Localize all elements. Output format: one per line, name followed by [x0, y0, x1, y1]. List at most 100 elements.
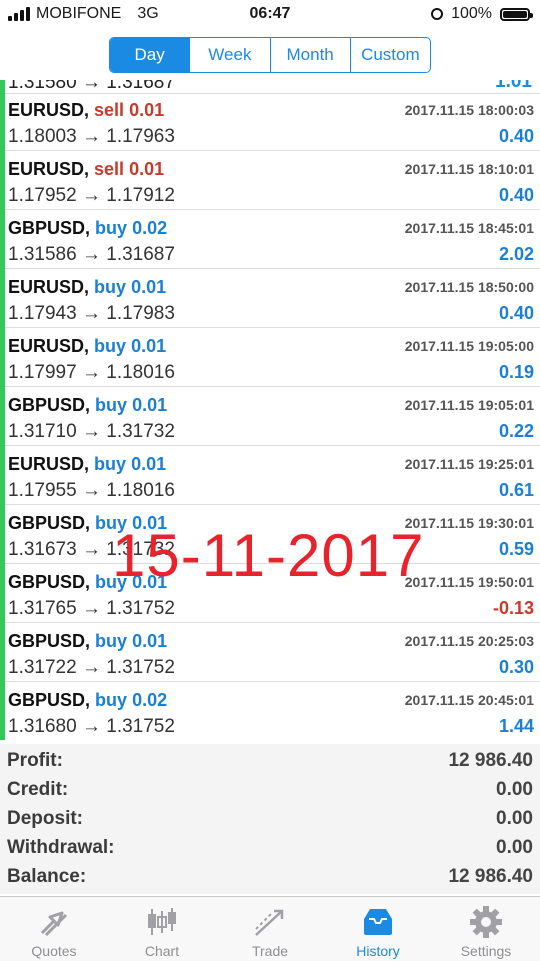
table-row[interactable]: EURUSD, sell 0.01 2017.11.15 18:10:01 1.17…: [0, 152, 540, 210]
summary-label: Deposit:: [7, 808, 83, 829]
trade-profit: 1.44: [498, 716, 534, 736]
arrow-icon: →: [76, 657, 107, 678]
trade-side: buy: [94, 454, 127, 474]
tab-week[interactable]: Week: [189, 38, 269, 72]
table-row[interactable]: GBPUSD, buy 0.01 2017.11.15 20:25:03 1.317…: [0, 624, 540, 682]
tab-quotes[interactable]: Quotes: [0, 897, 108, 961]
trade-volume: 0.01: [129, 100, 165, 120]
table-row[interactable]: GBPUSD, buy 0.02 2017.11.15 20:45:01 1.316…: [0, 683, 540, 740]
summary-value: 0.00: [496, 779, 533, 800]
arrow-icon: →: [76, 716, 107, 737]
tab-label: Chart: [144, 943, 180, 959]
trade-side: buy: [94, 277, 127, 297]
table-row[interactable]: EURUSD, buy 0.01 2017.11.15 19:25:01 1.179…: [0, 447, 540, 505]
trade-profit: 0.61: [498, 480, 534, 500]
trade-prices: 1.17952 → 1.17912: [8, 185, 175, 207]
tab-label: Settings: [460, 943, 512, 959]
table-row[interactable]: EURUSD, buy 0.01 2017.11.15 19:05:00 1.179…: [0, 329, 540, 387]
trade-header: EURUSD, sell 0.01: [8, 159, 164, 180]
trade-side: buy: [95, 218, 128, 238]
period-segmented-control: Day Week Month Custom: [109, 37, 431, 73]
close-price: 1.18016: [106, 480, 175, 501]
close-price: 1.31752: [106, 657, 175, 678]
table-row[interactable]: GBPUSD, buy 0.02 2017.11.15 18:45:01 1.315…: [0, 211, 540, 269]
trade-volume: 0.02: [132, 218, 168, 238]
trade-time: 2017.11.15 18:00:03: [404, 102, 534, 118]
open-price: 1.31710: [8, 421, 77, 442]
table-row[interactable]: GBPUSD, buy 0.01 2017.11.15 19:30:01 1.316…: [0, 506, 540, 564]
trade-header: GBPUSD, buy 0.01: [8, 572, 167, 593]
trade-side: buy: [95, 513, 128, 533]
tab-label: History: [356, 943, 400, 959]
trade-prices: 1.31586 → 1.31687: [8, 244, 175, 266]
settings-icon: [470, 906, 502, 938]
trade-volume: 0.01: [131, 336, 167, 356]
tab-chart[interactable]: Chart: [108, 897, 216, 961]
summary-value: 0.00: [496, 837, 533, 858]
tab-month[interactable]: Month: [269, 38, 350, 72]
summary-value: 0.00: [496, 808, 533, 829]
table-row[interactable]: GBPUSD, buy 0.01 2017.11.15 19:50:01 1.317…: [0, 565, 540, 623]
table-row[interactable]: EURUSD, sell 0.01 2017.11.15 18:00:03 1.18…: [0, 93, 540, 151]
open-price: 1.31765: [8, 598, 77, 619]
trade-history-list[interactable]: 1.31580 → 1.31687 1.01 EURUSD, sell 0.01…: [0, 80, 540, 740]
trade-side: buy: [95, 690, 128, 710]
trade-header: EURUSD, buy 0.01: [8, 277, 166, 298]
open-price: 1.31680: [8, 716, 77, 737]
tab-trade[interactable]: Trade: [216, 897, 324, 961]
tab-custom[interactable]: Custom: [349, 38, 430, 72]
trade-time: 2017.11.15 20:45:01: [404, 692, 534, 708]
trade-symbol: GBPUSD,: [8, 572, 91, 592]
battery-icon: [500, 7, 533, 21]
trade-profit: 0.40: [498, 303, 534, 323]
trade-side: buy: [95, 395, 128, 415]
tab-day[interactable]: Day: [110, 38, 190, 72]
close-price: 1.17912: [106, 185, 175, 206]
trade-time: 2017.11.15 19:25:01: [404, 456, 534, 472]
trade-time: 2017.11.15 20:25:03: [404, 633, 534, 649]
trade-symbol: EURUSD,: [8, 336, 90, 356]
trade-time: 2017.11.15 18:50:00: [404, 279, 534, 295]
table-row[interactable]: EURUSD, buy 0.01 2017.11.15 18:50:00 1.179…: [0, 270, 540, 328]
summary-label: Credit:: [7, 779, 69, 800]
trade-side: buy: [95, 631, 128, 651]
trade-volume: 0.02: [132, 690, 168, 710]
close-price: 1.31752: [106, 716, 175, 737]
trade-prices: 1.31710 → 1.31732: [8, 421, 175, 443]
quotes-icon: [40, 911, 68, 937]
trade-time: 2017.11.15 19:05:00: [404, 338, 534, 354]
close-price: 1.17983: [106, 303, 175, 324]
trade-symbol: GBPUSD,: [8, 395, 91, 415]
tab-settings[interactable]: Settings: [432, 897, 540, 961]
trade-profit: 0.40: [498, 185, 534, 205]
trade-profit: -0.13: [492, 598, 534, 618]
alarm-icon: [431, 8, 444, 20]
trade-icon: [255, 909, 284, 936]
trade-prices: 1.31680 → 1.31752: [8, 716, 175, 738]
trade-prices: 1.31673 → 1.31732: [8, 539, 175, 561]
arrow-icon: →: [76, 244, 107, 265]
status-right: 100%: [431, 5, 533, 23]
trade-profit: 0.40: [498, 126, 534, 146]
trade-profit: 0.19: [498, 362, 534, 382]
trade-time: 2017.11.15 19:50:01: [404, 574, 534, 590]
trade-volume: 0.01: [131, 277, 167, 297]
trade-volume: 0.01: [132, 395, 168, 415]
table-row[interactable]: GBPUSD, buy 0.01 2017.11.15 19:05:01 1.317…: [0, 388, 540, 446]
summary-deposit: Deposit: 0.00: [0, 804, 540, 833]
close-price: 1.31687: [106, 244, 175, 265]
trade-prices: 1.17997 → 1.18016: [8, 362, 175, 384]
arrow-icon: →: [76, 480, 107, 501]
trade-header: GBPUSD, buy 0.01: [8, 631, 167, 652]
trade-profit: 0.22: [498, 421, 534, 441]
tab-history[interactable]: History: [324, 897, 432, 961]
trade-profit: 0.59: [498, 539, 534, 559]
trade-volume: 0.01: [129, 159, 165, 179]
trade-symbol: GBPUSD,: [8, 631, 91, 651]
summary-label: Balance:: [7, 866, 87, 887]
trade-profit: 1.01: [495, 80, 532, 92]
open-price: 1.17943: [8, 303, 77, 324]
close-price: 1.31732: [106, 539, 175, 560]
history-icon: [364, 909, 392, 935]
table-row[interactable]: 1.31580 → 1.31687 1.01: [0, 80, 540, 94]
